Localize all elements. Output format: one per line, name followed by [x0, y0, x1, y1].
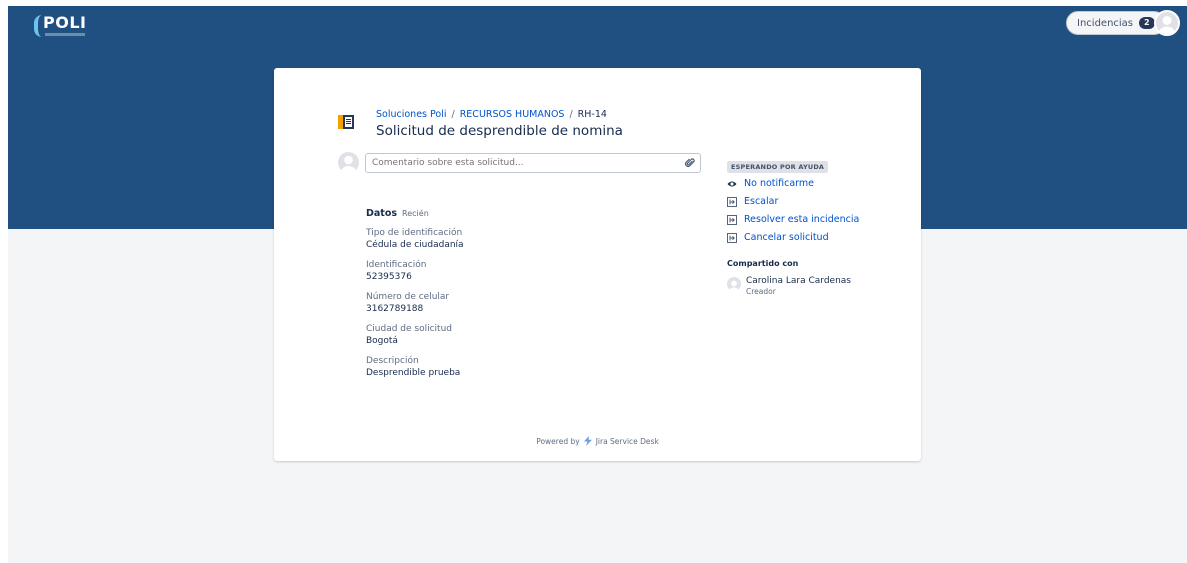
field-value: Bogotá	[366, 336, 398, 346]
action-label: Escalar	[744, 196, 779, 207]
action-escalate[interactable]: Escalar	[727, 196, 897, 207]
field-label: Descripción	[366, 356, 419, 366]
user-profile-avatar[interactable]	[1154, 10, 1180, 36]
field-id-type: Tipo de identificación Cédula de ciudada…	[366, 227, 666, 251]
poli-logo[interactable]: POLI	[34, 15, 86, 39]
field-label: Número de celular	[366, 292, 450, 302]
issues-count-badge: 2	[1139, 17, 1155, 29]
page: POLI Incidencias 2 Soluciones Poli / REC…	[0, 0, 1187, 563]
project-avatar-icon	[338, 115, 354, 129]
commenter-avatar	[338, 152, 359, 173]
field-label: Identificación	[366, 260, 427, 270]
issues-label: Incidencias	[1077, 17, 1134, 29]
shared-with-title: Compartido con	[727, 259, 799, 268]
notify-label: No notificarme	[744, 178, 815, 189]
field-description: Descripción Desprendible prueba	[366, 355, 666, 379]
issues-button[interactable]: Incidencias 2	[1066, 11, 1166, 35]
details-header: Datos Recién	[366, 208, 666, 219]
field-value: 3162789188	[366, 304, 424, 314]
notify-toggle[interactable]: No notificarme	[727, 178, 897, 189]
action-resolve[interactable]: Resolver esta incidencia	[727, 214, 897, 225]
breadcrumb-portal-link[interactable]: Soluciones Poli	[376, 109, 447, 120]
details-timestamp: Recién	[402, 209, 429, 218]
action-cancel[interactable]: Cancelar solicitud	[727, 232, 897, 243]
logo-text: POLI	[43, 13, 87, 32]
transition-icon	[727, 214, 737, 225]
details-title: Datos	[366, 208, 398, 219]
powered-by-product-link[interactable]: Jira Service Desk	[596, 437, 659, 446]
paperclip-icon[interactable]	[685, 158, 695, 168]
user-silhouette-icon	[341, 155, 356, 173]
breadcrumb-project-link[interactable]: RECURSOS HUMANOS	[460, 109, 565, 120]
jira-bolt-icon	[583, 436, 592, 446]
field-value: Desprendible prueba	[366, 368, 461, 378]
powered-by-footer: Powered by Jira Service Desk	[274, 436, 921, 446]
details-section: Datos Recién Tipo de identificación Cédu…	[366, 208, 666, 387]
field-id-number: Identificación 52395376	[366, 259, 666, 283]
breadcrumb: Soluciones Poli / RECURSOS HUMANOS / RH-…	[376, 109, 607, 120]
action-label: Resolver esta incidencia	[744, 214, 860, 225]
participant-avatar	[727, 277, 741, 291]
user-silhouette-icon	[1159, 16, 1175, 34]
comment-input[interactable]	[365, 153, 701, 173]
powered-by-label: Powered by	[536, 436, 580, 446]
logo-mark-icon	[34, 15, 42, 37]
request-card: Soluciones Poli / RECURSOS HUMANOS / RH-…	[274, 68, 921, 461]
field-value: Cédula de ciudadanía	[366, 240, 464, 250]
breadcrumb-issue-key[interactable]: RH-14	[578, 109, 607, 120]
field-label: Ciudad de solicitud	[366, 324, 452, 334]
top-strip	[0, 0, 1187, 6]
field-city: Ciudad de solicitud Bogotá	[366, 323, 666, 347]
action-label: Cancelar solicitud	[744, 232, 829, 243]
participant-name: Carolina Lara Cardenas	[746, 276, 851, 286]
eye-icon	[727, 181, 737, 186]
field-value: 52395376	[366, 272, 412, 282]
request-title: Solicitud de desprendible de nomina	[376, 123, 623, 139]
participant-role: Creador	[746, 287, 776, 296]
left-rail	[0, 0, 8, 563]
breadcrumb-separator: /	[451, 109, 455, 120]
logo-subtitle-decoration	[45, 33, 85, 36]
status-badge: ESPERANDO POR AYUDA	[727, 161, 829, 173]
field-label: Tipo de identificación	[366, 228, 463, 238]
user-silhouette-icon	[729, 280, 739, 291]
request-sidebar: ESPERANDO POR AYUDA No notificarme Escal…	[727, 154, 897, 296]
transition-icon	[727, 232, 737, 243]
breadcrumb-separator: /	[569, 109, 573, 120]
transition-icon	[727, 196, 737, 207]
participant-info: Carolina Lara Cardenas Creador	[746, 276, 851, 296]
participant-item: Carolina Lara Cardenas Creador	[727, 276, 897, 296]
field-phone: Número de celular 3162789188	[366, 291, 666, 315]
